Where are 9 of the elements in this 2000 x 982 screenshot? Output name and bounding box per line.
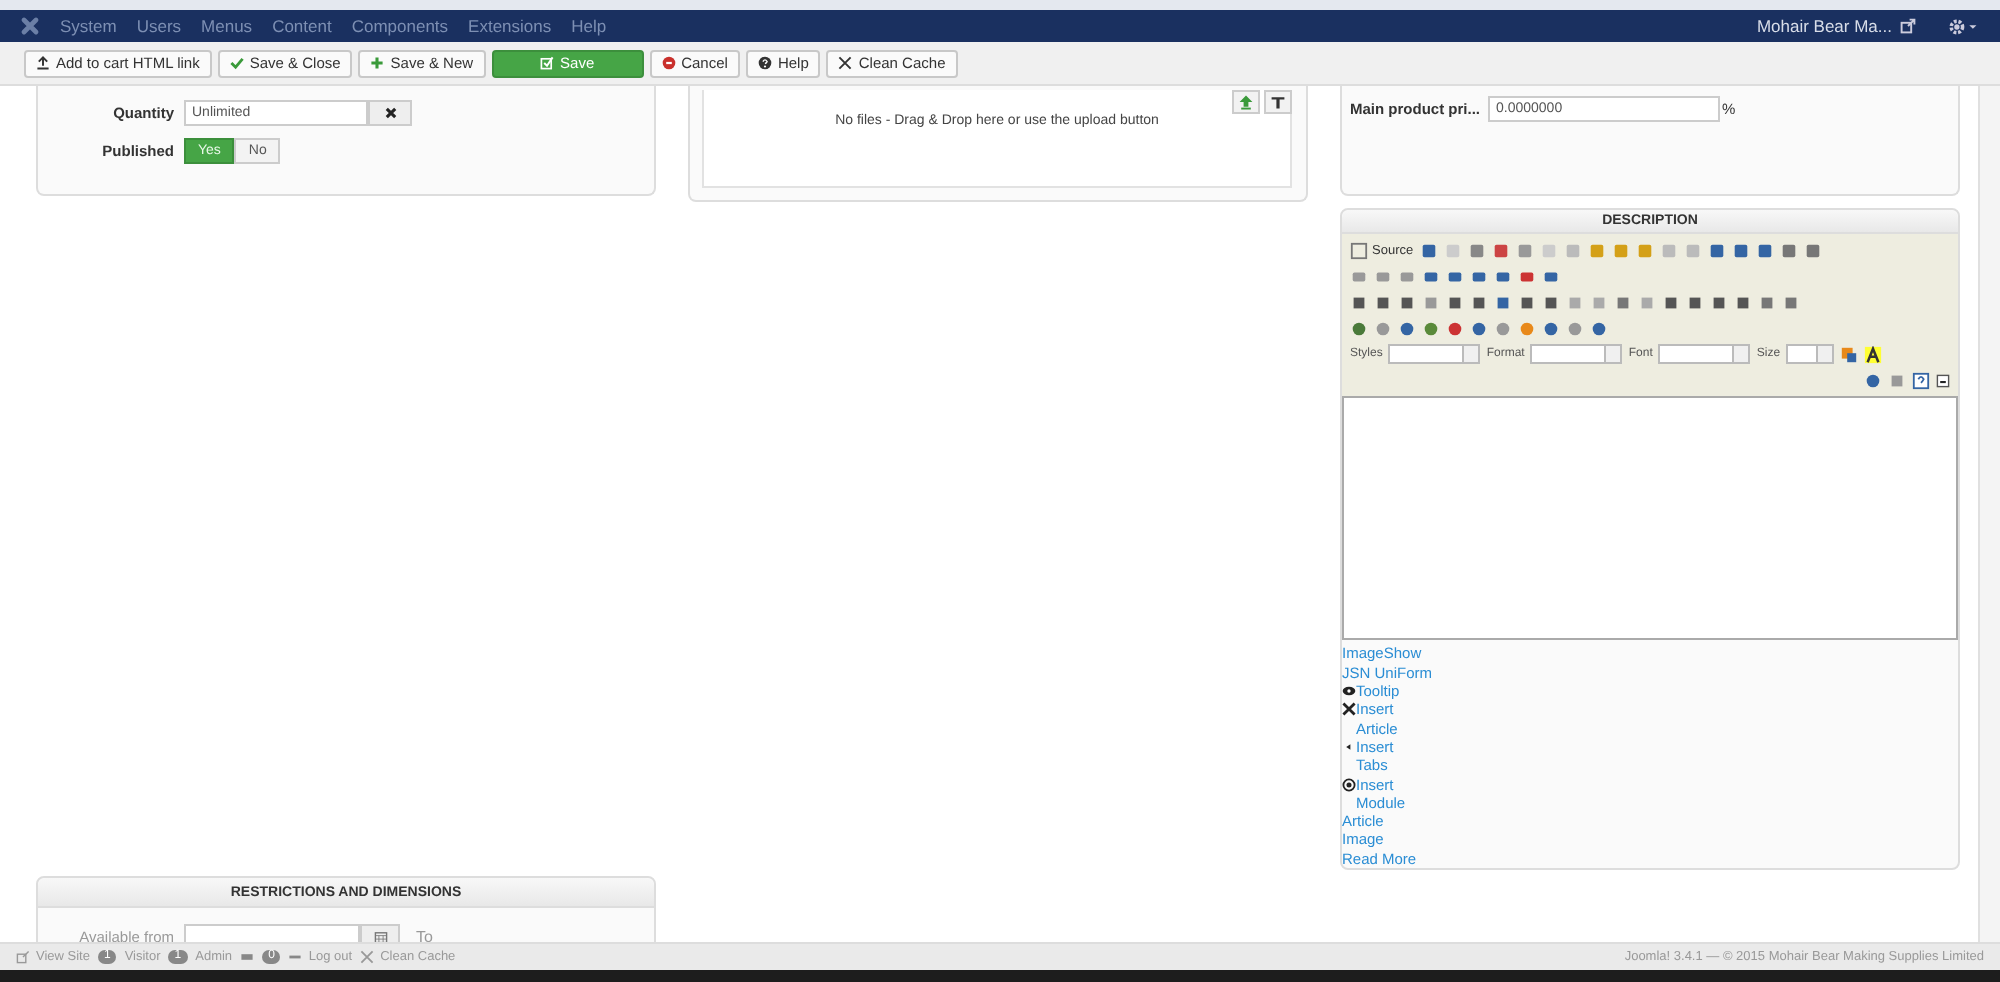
to-label: To (416, 928, 433, 942)
menu-item[interactable]: System (60, 16, 117, 36)
menu-item[interactable]: Content (272, 16, 332, 36)
menu-item[interactable]: Users (136, 16, 182, 36)
menu-item[interactable]: Help (571, 16, 607, 36)
menu-item[interactable]: Extensions (468, 16, 552, 36)
menu-item[interactable]: Menus (201, 16, 253, 36)
site-link[interactable]: Mohair Bear Ma... (1756, 16, 1892, 36)
menu-item[interactable]: Components (351, 16, 449, 36)
